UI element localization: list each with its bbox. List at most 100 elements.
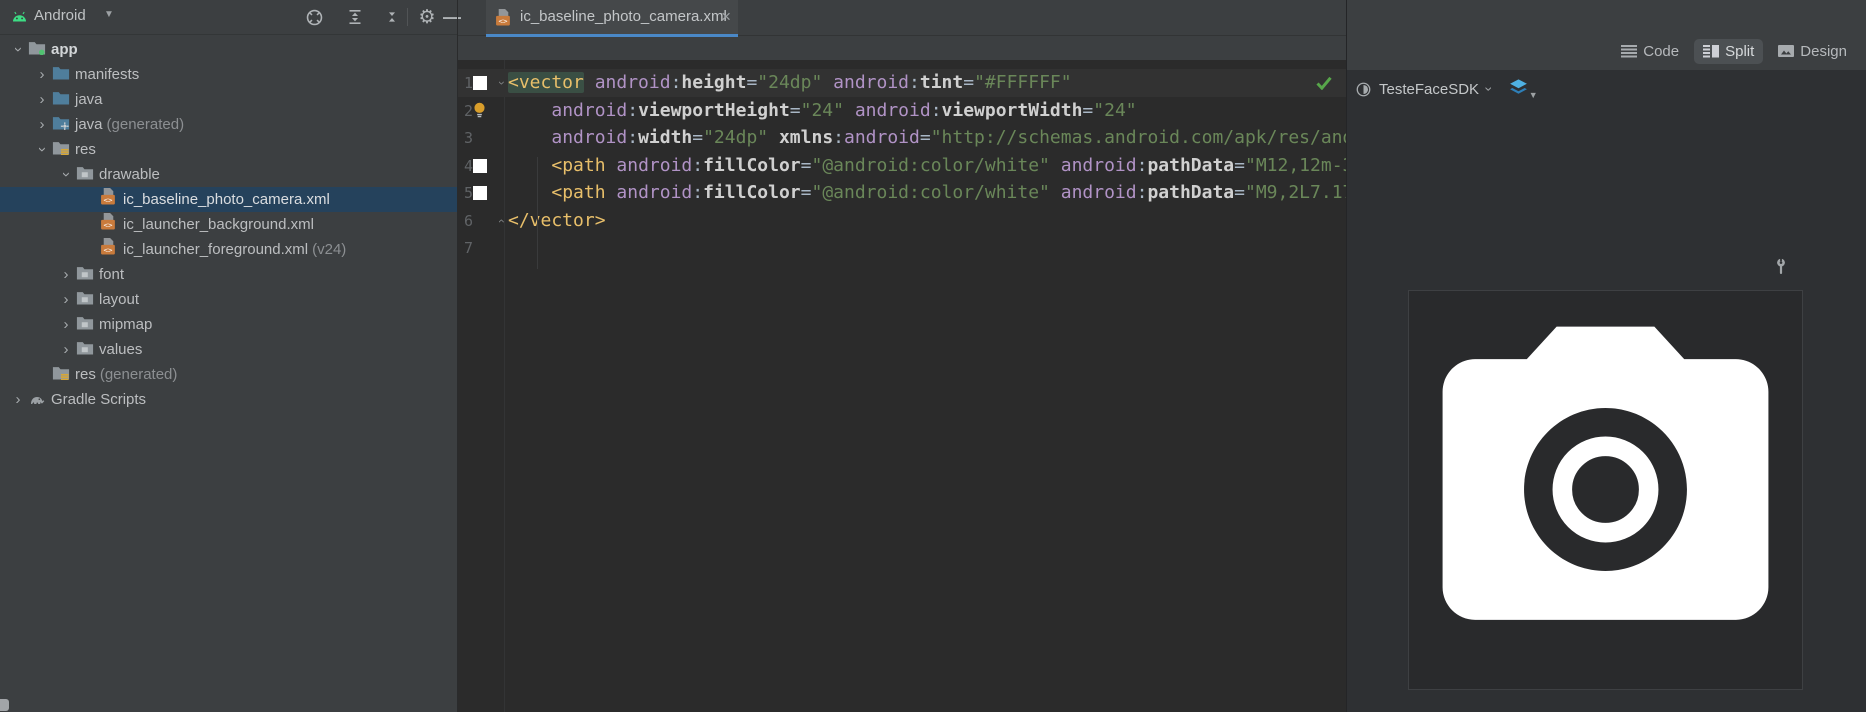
- chevron-collapsed-icon[interactable]: ›: [32, 87, 52, 112]
- chevron-down-icon[interactable]: ▼: [104, 9, 114, 20]
- chevron-expanded-icon[interactable]: ›: [8, 37, 28, 62]
- tree-item-label: res: [75, 141, 96, 158]
- chevron-down-icon: ▼: [1528, 90, 1538, 100]
- tree-item-label: ic_launcher_foreground.xml: [123, 241, 309, 258]
- view-mode-switcher: Code Split Design: [1612, 36, 1856, 66]
- chevron-collapsed-icon[interactable]: ›: [56, 337, 76, 362]
- code-line-1[interactable]: 1 › <vector android:height="24dp" android:…: [458, 69, 1347, 97]
- xml-file-icon: <>: [495, 9, 512, 31]
- view-mode-label: Code: [1643, 42, 1680, 60]
- chevron-down-icon[interactable]: ›: [1481, 87, 1497, 92]
- code-line-6[interactable]: 6 ‹ </vector>: [458, 207, 1347, 235]
- code-line-5[interactable]: 5 <path android:fillColor="@android:colo…: [458, 179, 1347, 207]
- scrollbar-thumb[interactable]: [0, 699, 9, 711]
- tree-item-ic-baseline-photo-camera-xml[interactable]: <> ic_baseline_photo_camera.xml: [0, 187, 457, 212]
- chevron-expanded-icon[interactable]: ›: [56, 162, 76, 187]
- chevron-collapsed-icon[interactable]: ›: [32, 112, 52, 137]
- split-view-button[interactable]: Split: [1694, 38, 1764, 64]
- tab-label: ic_baseline_photo_camera.xml: [520, 8, 727, 25]
- file-xml-icon: <>: [100, 238, 120, 263]
- folder-dir-icon: [76, 288, 96, 313]
- editor-tab[interactable]: <> ic_baseline_photo_camera.xml ×: [486, 0, 738, 37]
- tree-item-ic-launcher-background-xml[interactable]: <> ic_launcher_background.xml: [0, 212, 457, 237]
- color-preview-swatch[interactable]: [473, 158, 487, 173]
- chevron-expanded-icon[interactable]: ›: [32, 137, 52, 162]
- tree-item-label: manifests: [75, 66, 140, 83]
- tree-item-res[interactable]: › res: [0, 137, 457, 162]
- tree-item-drawable[interactable]: › drawable: [0, 162, 457, 187]
- view-mode-label: Split: [1725, 42, 1755, 60]
- tree-item-ic-launcher-foreground-xml[interactable]: <> ic_launcher_foreground.xml (v24): [0, 237, 457, 262]
- color-preview-swatch[interactable]: [473, 186, 487, 200]
- design-file-title[interactable]: TesteFaceSDK: [1379, 81, 1479, 98]
- tree-item-font[interactable]: › font: [0, 262, 457, 287]
- tree-item-java[interactable]: › java (generated): [0, 112, 457, 137]
- fold-marker-up[interactable]: ‹: [495, 207, 509, 235]
- folder-dir-icon: [76, 163, 96, 188]
- tree-item-label: mipmap: [99, 316, 153, 333]
- line-number: 5: [463, 184, 473, 202]
- tree-item-java[interactable]: › java: [0, 87, 457, 112]
- tree-item-label: drawable: [99, 166, 160, 183]
- view-mode-label: Design: [1800, 42, 1847, 60]
- chevron-collapsed-icon[interactable]: ›: [56, 262, 76, 287]
- intention-bulb-icon[interactable]: [471, 101, 488, 125]
- theme-circle-icon[interactable]: [1355, 81, 1372, 98]
- svg-text:<>: <>: [104, 220, 113, 229]
- design-canvas[interactable]: [1408, 290, 1803, 690]
- tree-item-label: java: [75, 116, 103, 133]
- layers-icon[interactable]: [1506, 78, 1531, 100]
- tree-item-app[interactable]: › app: [0, 37, 457, 62]
- toolbar-separator: [407, 8, 408, 26]
- gradle-icon: [28, 388, 48, 413]
- svg-text:<>: <>: [499, 16, 508, 25]
- close-tab-icon[interactable]: ×: [721, 7, 731, 27]
- design-view-button[interactable]: Design: [1769, 39, 1856, 64]
- chevron-collapsed-icon[interactable]: ›: [56, 312, 76, 337]
- tree-item-label: res: [75, 366, 96, 383]
- fold-marker-down[interactable]: ›: [495, 69, 509, 97]
- tree-item-label: layout: [99, 291, 140, 308]
- code-line-4[interactable]: 4 <path android:fillColor="@android:colo…: [458, 152, 1347, 180]
- code-line-text: <path android:fillColor="@android:color/…: [551, 154, 1347, 176]
- code-view-button[interactable]: Code: [1612, 39, 1688, 64]
- tree-item-res[interactable]: res (generated): [0, 362, 457, 387]
- code-line-text: android:width="24dp" xmlns:android="http…: [551, 127, 1347, 148]
- folder-blue-icon: [52, 88, 72, 113]
- folder-generated-icon: [52, 113, 72, 138]
- project-panel-header: Android ▼ ⚙ —: [0, 0, 461, 35]
- code-line-text: </vector>: [508, 209, 606, 231]
- collapse-all-icon[interactable]: [381, 6, 403, 28]
- tree-item-mipmap[interactable]: › mipmap: [0, 312, 457, 337]
- code-view-icon: [1621, 44, 1638, 58]
- inspections-ok-icon[interactable]: [1316, 76, 1332, 95]
- tree-item-gradle-scripts[interactable]: › Gradle Scripts: [0, 387, 457, 412]
- hide-panel-icon[interactable]: —: [441, 6, 463, 28]
- gear-icon[interactable]: ⚙: [416, 6, 438, 28]
- tree-item-manifests[interactable]: › manifests: [0, 62, 457, 87]
- code-line-text: <vector android:height="24dp" android:ti…: [508, 72, 1072, 93]
- chevron-collapsed-icon[interactable]: ›: [32, 62, 52, 87]
- wrench-icon[interactable]: [1773, 258, 1789, 280]
- svg-text:<>: <>: [104, 245, 113, 254]
- color-preview-swatch[interactable]: [473, 76, 487, 90]
- locate-file-icon[interactable]: [303, 6, 325, 28]
- chevron-collapsed-icon[interactable]: ›: [56, 287, 76, 312]
- code-line-3[interactable]: 3 android:width="24dp" xmlns:android="ht…: [458, 124, 1347, 152]
- code-line-text: <path android:fillColor="@android:color/…: [551, 182, 1347, 203]
- tree-item-suffix: (generated): [99, 366, 178, 383]
- tree-item-label: font: [99, 266, 125, 283]
- chevron-collapsed-icon[interactable]: ›: [8, 387, 28, 412]
- svg-text:<>: <>: [104, 195, 113, 204]
- tree-item-suffix: (v24): [312, 241, 347, 258]
- code-editor[interactable]: 1 › <vector android:height="24dp" android:…: [458, 60, 1347, 712]
- file-xml-icon: <>: [100, 188, 120, 213]
- folder-dir-icon: [76, 313, 96, 338]
- tree-item-values[interactable]: › values: [0, 337, 457, 362]
- design-preview-panel: TesteFaceSDK › ▼: [1347, 70, 1866, 712]
- code-line-2[interactable]: 2 android:viewportHeight="24" android:vi…: [458, 97, 1347, 125]
- expand-all-icon[interactable]: [344, 6, 366, 28]
- tree-item-layout[interactable]: › layout: [0, 287, 457, 312]
- project-view-selector[interactable]: Android: [34, 7, 86, 24]
- code-line-7[interactable]: 7: [458, 234, 1347, 262]
